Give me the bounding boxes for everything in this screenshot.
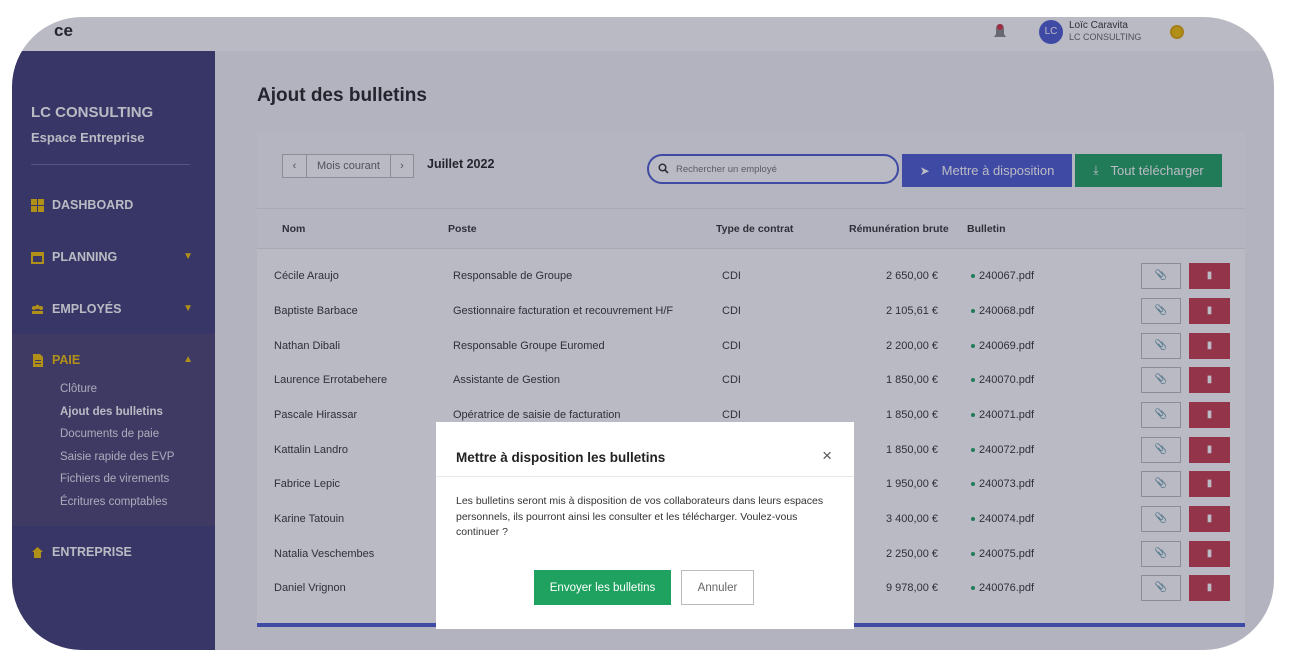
modal-divider (436, 476, 854, 477)
modal-message: Les bulletins seront mis à disposition d… (456, 495, 824, 538)
cancel-button[interactable]: Annuler (681, 570, 754, 605)
confirm-modal: Mettre à disposition les bulletins × Les… (436, 422, 854, 629)
send-bulletins-button[interactable]: Envoyer les bulletins (534, 570, 671, 605)
modal-title: Mettre à disposition les bulletins (456, 450, 666, 465)
close-icon[interactable]: × (822, 446, 832, 466)
app-window: ce LC Loïc Caravita LC CONSULTING LC CON… (12, 17, 1274, 650)
